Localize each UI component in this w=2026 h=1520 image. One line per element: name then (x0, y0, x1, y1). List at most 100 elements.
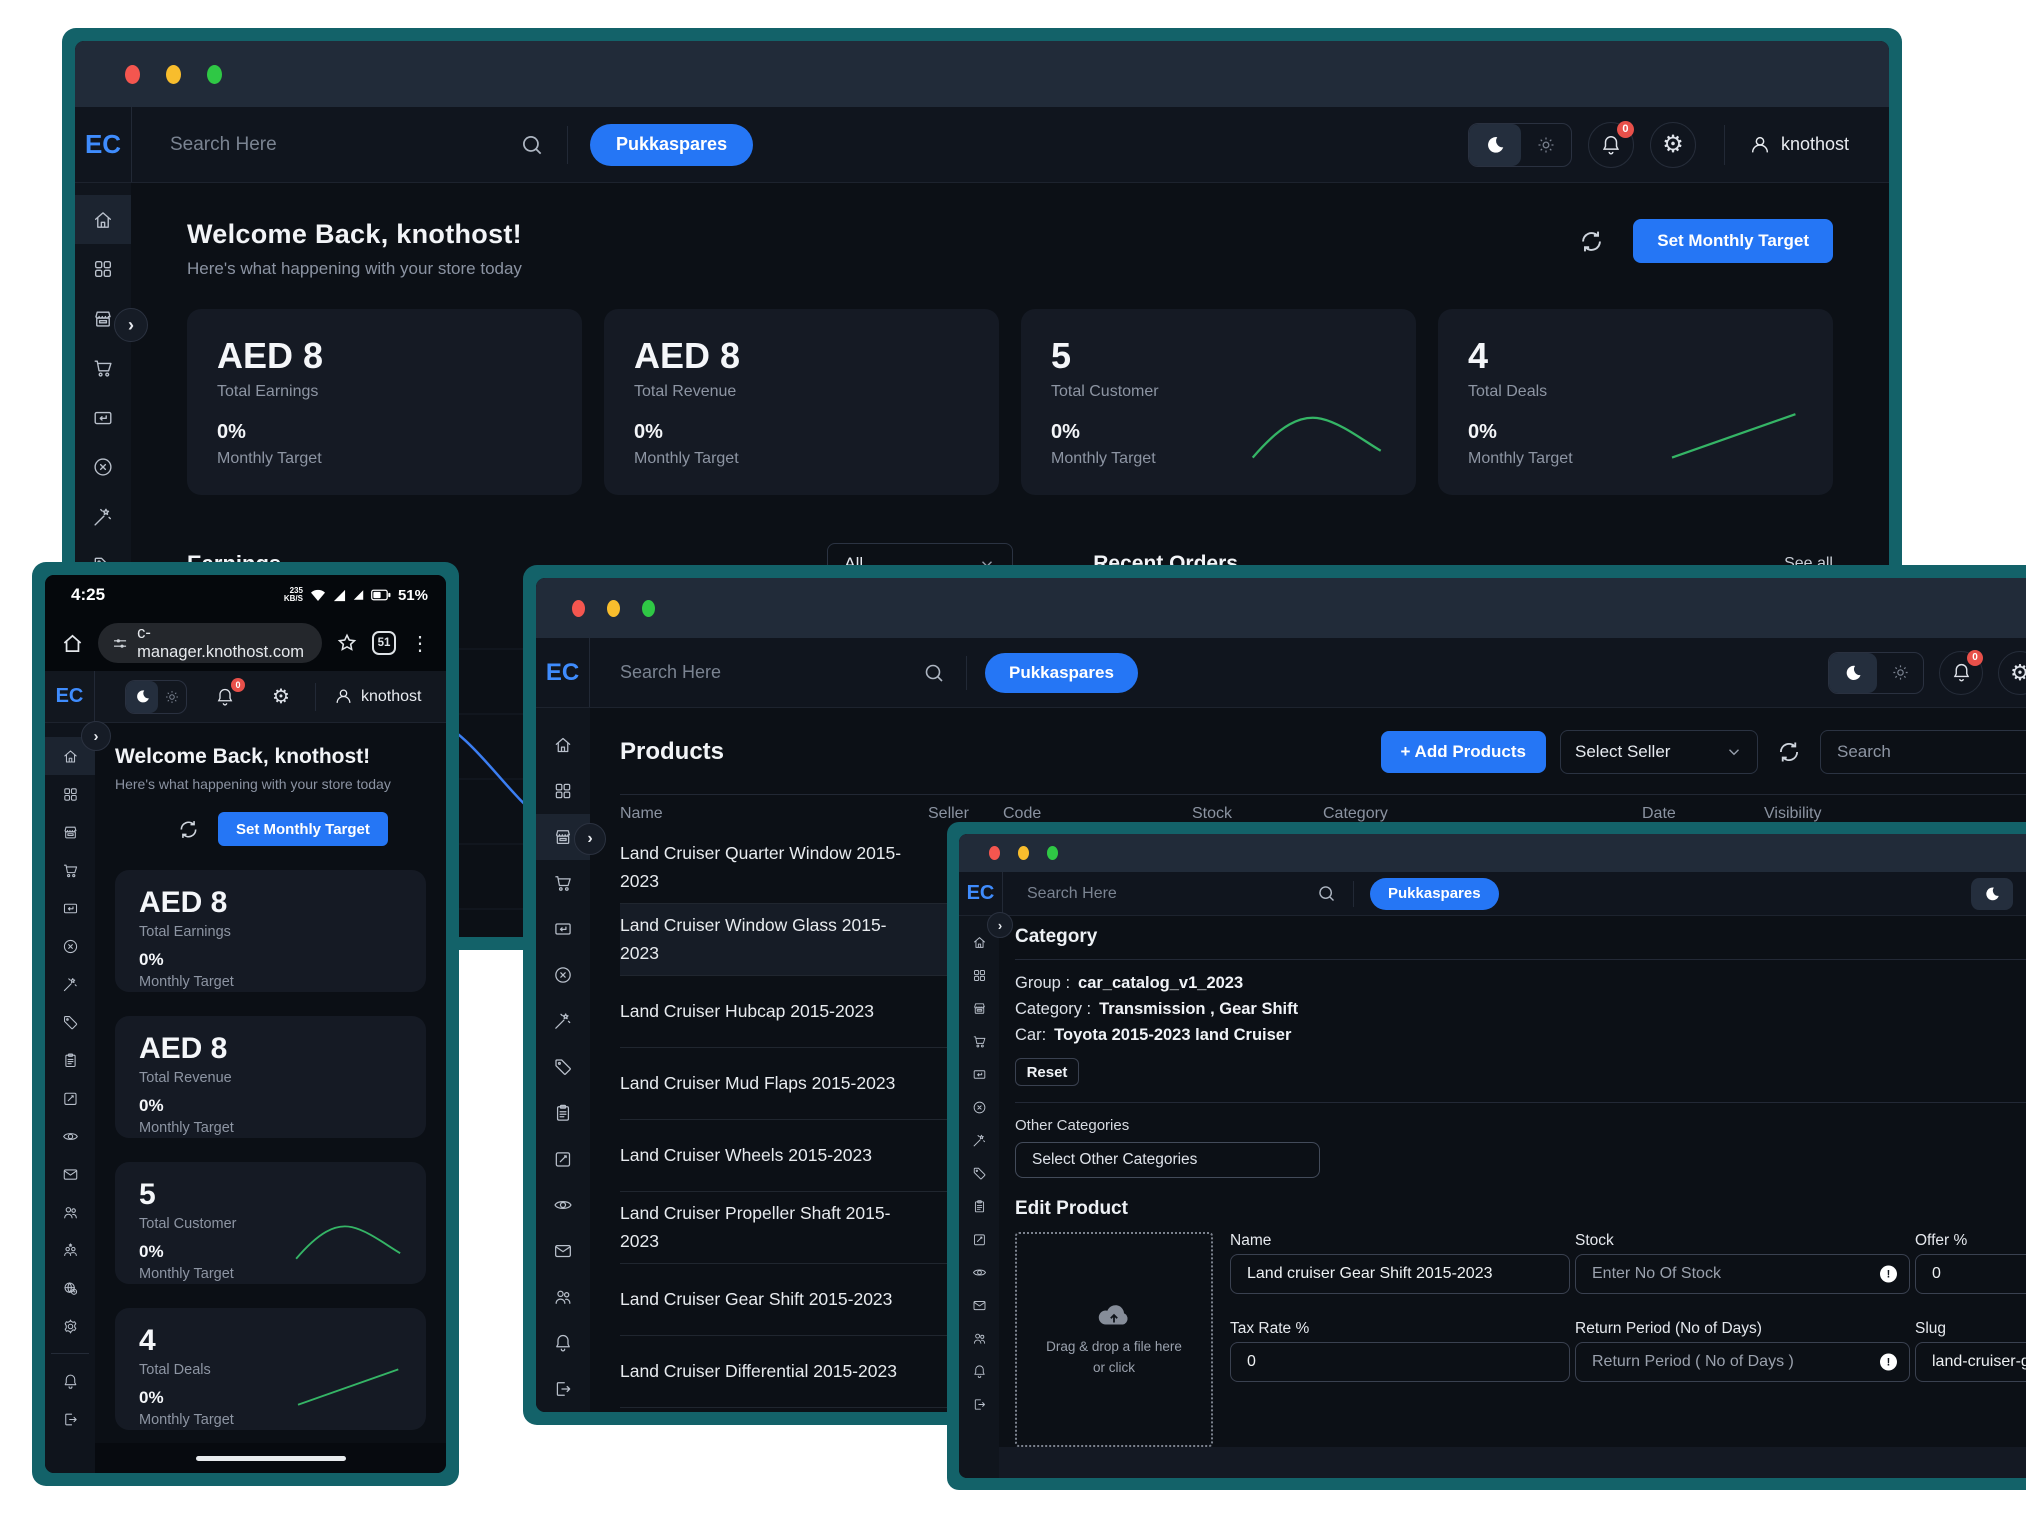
gesture-handle[interactable] (196, 1456, 346, 1461)
minimize-window-button[interactable] (607, 600, 620, 617)
sidebar-expand-button[interactable]: › (81, 721, 111, 751)
sun-icon[interactable] (158, 681, 186, 713)
sidebar-item-return-icon[interactable] (45, 889, 95, 927)
close-window-button[interactable] (572, 600, 585, 617)
refresh-icon[interactable] (1776, 739, 1802, 765)
settings-button[interactable]: ⚙ (1998, 651, 2026, 695)
sidebar-expand-button[interactable]: › (574, 823, 606, 855)
sidebar-item-wand-icon[interactable] (75, 492, 131, 541)
sidebar-item-globe-icon[interactable] (45, 1269, 95, 1307)
window-titlebar[interactable] (536, 578, 2026, 638)
sidebar-item-circlex-icon[interactable] (75, 442, 131, 491)
sidebar-item-return-icon[interactable] (536, 906, 590, 952)
sidebar-item-return-icon[interactable] (75, 393, 131, 442)
sidebar-item-grid-icon[interactable] (45, 775, 95, 813)
sidebar-item-eye-icon[interactable] (959, 1256, 999, 1289)
sidebar-item-edit-icon[interactable] (45, 1079, 95, 1117)
name-input[interactable] (1231, 1255, 1569, 1293)
window-titlebar[interactable] (959, 834, 2026, 872)
sidebar-item-eye-icon[interactable] (536, 1182, 590, 1228)
slug-input[interactable] (1916, 1343, 2026, 1381)
image-dropzone[interactable]: Drag & drop a file here or click (1015, 1232, 1213, 1447)
sidebar-item-home-icon[interactable] (536, 722, 590, 768)
sidebar-item-cart-icon[interactable] (959, 1025, 999, 1058)
moon-icon[interactable] (1971, 878, 2013, 910)
sidebar-item-bell-icon[interactable] (536, 1320, 590, 1366)
theme-toggle[interactable] (1828, 652, 1924, 694)
sidebar-item-store-icon[interactable] (45, 813, 95, 851)
close-window-button[interactable] (989, 846, 1000, 860)
sidebar-item-store-icon[interactable] (959, 992, 999, 1025)
user-menu[interactable]: knothost (334, 687, 421, 706)
sidebar-item-logout-icon[interactable] (45, 1400, 95, 1438)
tax-input[interactable] (1231, 1343, 1569, 1381)
refresh-icon[interactable] (177, 818, 200, 841)
sidebar-item-wand-icon[interactable] (959, 1124, 999, 1157)
sidebar-item-grid-icon[interactable] (536, 768, 590, 814)
search-icon[interactable] (519, 132, 545, 158)
refresh-icon[interactable] (1578, 228, 1605, 255)
sidebar-item-grid-icon[interactable] (959, 959, 999, 992)
sidebar-item-mail-icon[interactable] (959, 1289, 999, 1322)
sidebar-item-return-icon[interactable] (959, 1058, 999, 1091)
notifications-button[interactable]: 0 (1939, 651, 1983, 695)
notifications-button[interactable]: 0 (207, 679, 243, 715)
sidebar-item-cart-icon[interactable] (75, 343, 131, 392)
sidebar-item-circlex-icon[interactable] (959, 1091, 999, 1124)
minimize-window-button[interactable] (166, 65, 181, 84)
sidebar-item-edit-icon[interactable] (959, 1223, 999, 1256)
sidebar-item-eye-icon[interactable] (45, 1117, 95, 1155)
add-products-button[interactable]: + Add Products (1381, 731, 1546, 773)
sidebar-expand-button[interactable]: › (114, 308, 148, 342)
sidebar-item-peoplegroup-icon[interactable] (45, 1231, 95, 1269)
tab-count-button[interactable]: 51 (372, 631, 396, 655)
sidebar-item-edit-icon[interactable] (536, 1136, 590, 1182)
sun-icon[interactable] (1521, 124, 1571, 166)
other-categories-select[interactable]: Select Other Categories (1015, 1142, 1320, 1178)
sidebar-item-clipboard-icon[interactable] (536, 1090, 590, 1136)
theme-toggle[interactable] (125, 680, 187, 714)
store-name-button[interactable]: Pukkaspares (1370, 878, 1499, 910)
sidebar-item-people-icon[interactable] (536, 1274, 590, 1320)
return-period-input[interactable] (1576, 1343, 1909, 1381)
search-input[interactable]: Search Here (1003, 872, 1353, 915)
reset-button[interactable]: Reset (1015, 1058, 1079, 1086)
site-settings-icon[interactable] (112, 635, 128, 652)
stock-input[interactable] (1576, 1255, 1909, 1293)
close-window-button[interactable] (125, 65, 140, 84)
sidebar-item-tag-icon[interactable] (959, 1157, 999, 1190)
search-icon[interactable] (922, 661, 946, 685)
bookmark-star-button[interactable] (336, 632, 358, 654)
products-search-input[interactable] (1820, 730, 2026, 774)
sidebar-item-people-icon[interactable] (959, 1322, 999, 1355)
theme-toggle[interactable] (1468, 123, 1572, 167)
store-name-button[interactable]: Pukkaspares (590, 124, 753, 166)
moon-icon[interactable] (1469, 124, 1521, 166)
moon-icon[interactable] (126, 681, 158, 713)
sidebar-item-cart-icon[interactable] (45, 851, 95, 889)
moon-icon[interactable] (1829, 653, 1877, 693)
sidebar-item-circlex-icon[interactable] (536, 952, 590, 998)
browser-home-button[interactable] (61, 632, 84, 655)
set-monthly-target-button[interactable]: Set Monthly Target (218, 812, 388, 846)
sun-icon[interactable] (1877, 653, 1923, 693)
sidebar-item-logout-icon[interactable] (536, 1366, 590, 1412)
maximize-window-button[interactable] (642, 600, 655, 617)
sidebar-item-clipboard-icon[interactable] (45, 1041, 95, 1079)
sidebar-expand-button[interactable]: › (987, 912, 1013, 938)
settings-button[interactable]: ⚙ (263, 679, 299, 715)
sidebar-item-wand-icon[interactable] (45, 965, 95, 1003)
minimize-window-button[interactable] (1018, 846, 1029, 860)
store-name-button[interactable]: Pukkaspares (985, 653, 1138, 693)
notifications-button[interactable]: 0 (1588, 122, 1634, 168)
maximize-window-button[interactable] (1047, 846, 1058, 860)
browser-menu-button[interactable]: ⋮ (410, 631, 430, 656)
set-monthly-target-button[interactable]: Set Monthly Target (1633, 219, 1833, 263)
sidebar-item-tag-icon[interactable] (536, 1044, 590, 1090)
sidebar-item-cart-icon[interactable] (536, 860, 590, 906)
window-titlebar[interactable] (75, 41, 1889, 107)
search-input[interactable]: Search Here (132, 107, 567, 182)
search-icon[interactable] (1316, 883, 1337, 904)
sidebar-item-wand-icon[interactable] (536, 998, 590, 1044)
sidebar-item-gear-icon[interactable] (45, 1307, 95, 1345)
